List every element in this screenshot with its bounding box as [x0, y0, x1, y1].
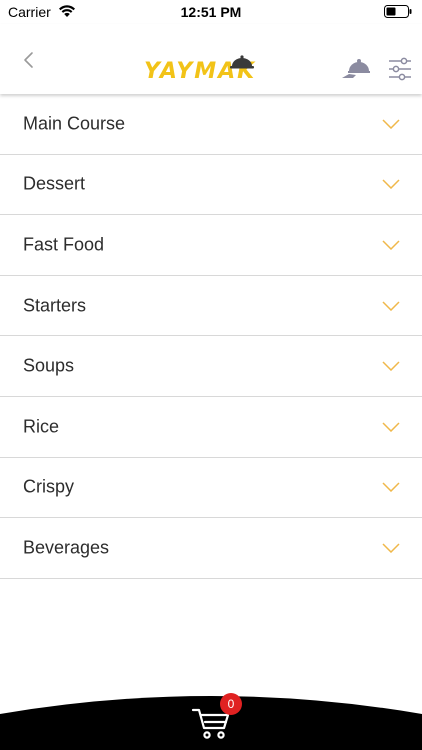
status-bar: Carrier 12:51 PM	[0, 0, 422, 24]
category-label: Rice	[23, 416, 60, 437]
app-logo: YAYMAK	[144, 55, 254, 82]
cart-count-badge: 0	[220, 693, 242, 715]
category-list: Main Course Dessert Fast Food Starters S…	[0, 94, 422, 579]
call-waiter-button[interactable]	[340, 56, 370, 82]
back-button[interactable]	[18, 48, 40, 72]
category-label: Dessert	[23, 173, 86, 194]
shopping-cart-icon	[191, 708, 230, 739]
chevron-left-icon	[24, 52, 33, 68]
chevron-down-icon	[382, 119, 400, 129]
category-row-fast-food[interactable]: Fast Food	[0, 215, 422, 276]
category-row-dessert[interactable]: Dessert	[0, 154, 422, 216]
filter-button[interactable]	[388, 56, 412, 82]
category-label: Beverages	[23, 537, 110, 558]
chevron-down-icon	[382, 543, 400, 553]
category-row-rice[interactable]: Rice	[0, 396, 422, 458]
category-label: Main Course	[23, 113, 126, 134]
category-label: Crispy	[23, 476, 75, 497]
category-row-crispy[interactable]: Crispy	[0, 457, 422, 519]
chevron-down-icon	[382, 422, 400, 432]
chevron-down-icon	[382, 240, 400, 250]
serving-cloche-icon	[342, 59, 370, 78]
nav-bar: YAYMAK	[0, 24, 422, 94]
category-row-soups[interactable]: Soups	[0, 336, 422, 397]
logo-cloche-mark	[230, 55, 254, 69]
clock: 12:51 PM	[180, 4, 242, 20]
sliders-icon	[389, 57, 411, 81]
category-row-beverages[interactable]: Beverages	[0, 518, 422, 579]
chevron-down-icon	[382, 361, 400, 372]
category-row-starters[interactable]: Starters	[0, 275, 422, 337]
chevron-down-icon	[382, 482, 400, 493]
chevron-down-icon	[382, 301, 400, 311]
battery-icon	[384, 5, 412, 18]
category-label: Soups	[23, 355, 75, 376]
category-label: Fast Food	[23, 234, 105, 255]
category-label: Starters	[23, 295, 87, 316]
category-row-main-course[interactable]: Main Course	[0, 94, 422, 155]
chevron-down-icon	[382, 179, 400, 190]
